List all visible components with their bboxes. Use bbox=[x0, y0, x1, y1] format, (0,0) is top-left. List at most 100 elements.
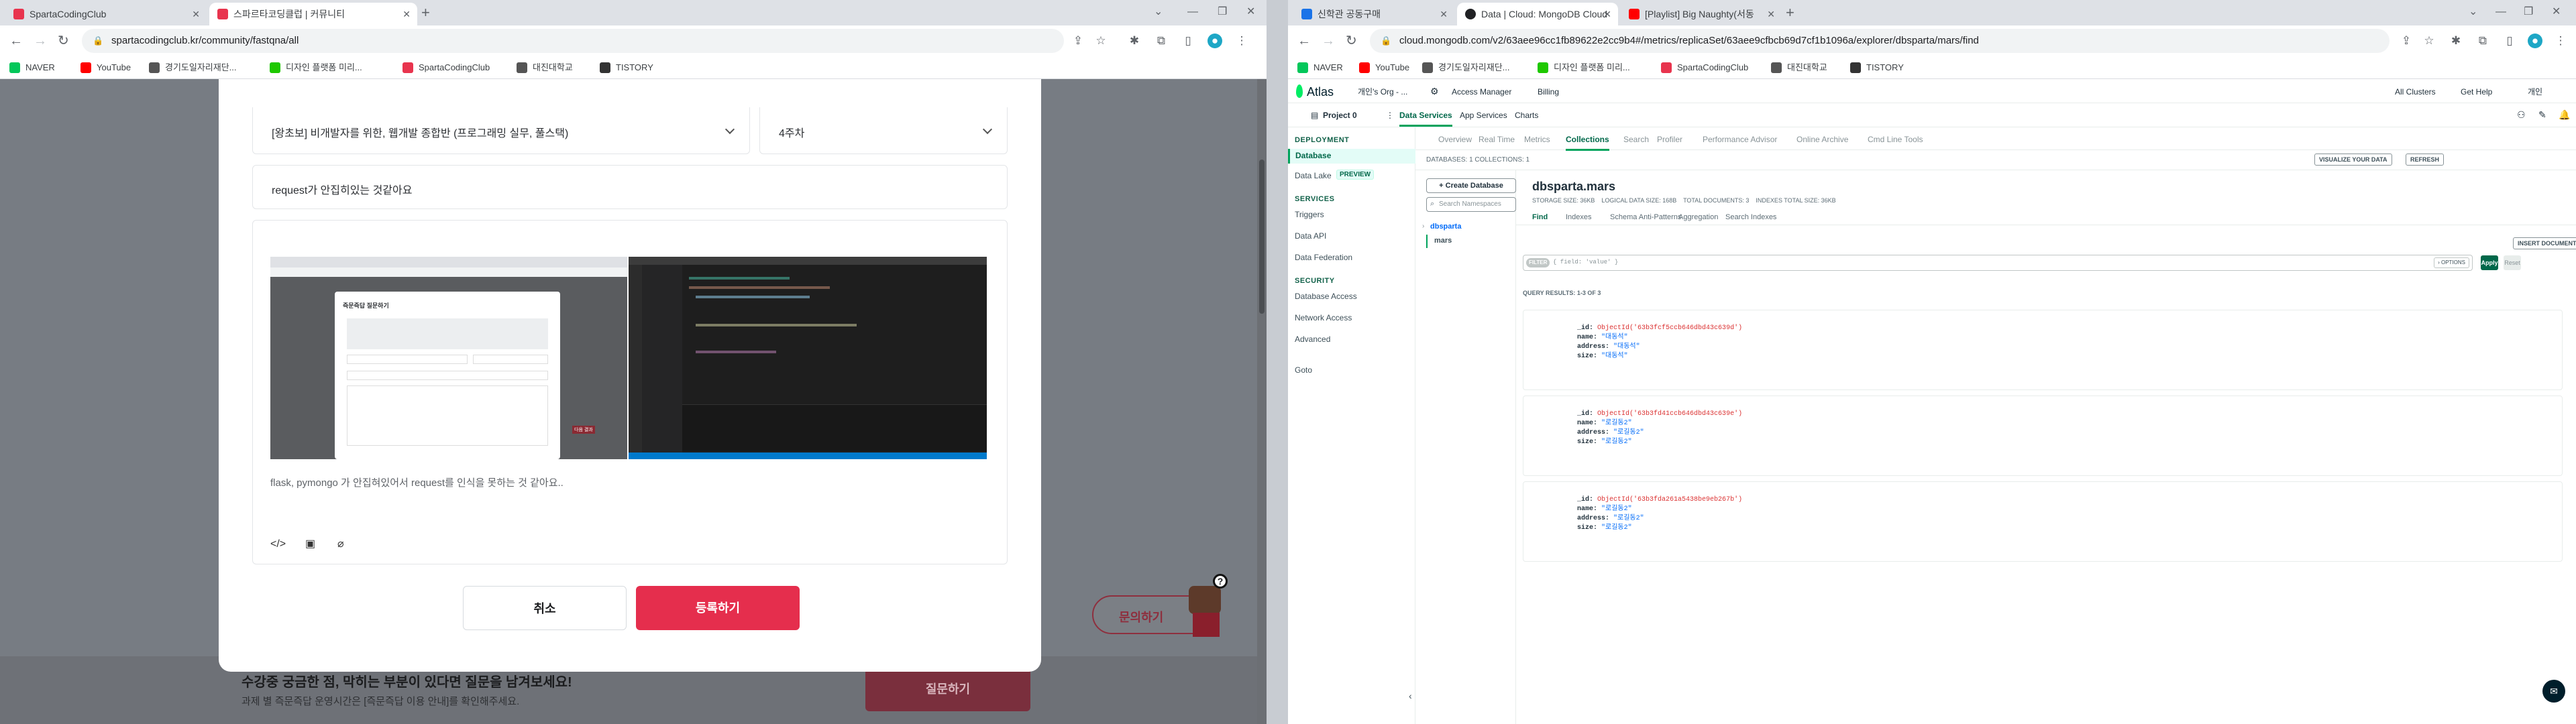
atlas-logo[interactable]: Atlas bbox=[1307, 85, 1334, 99]
extension-icon[interactable]: ✱ bbox=[1127, 34, 1142, 48]
tab-search[interactable]: Search bbox=[1623, 134, 1649, 145]
tab-schema-anti-patterns[interactable]: Schema Anti-Patterns bbox=[1610, 212, 1681, 223]
extension-puzzle-icon[interactable]: ⧉ bbox=[1154, 34, 1169, 48]
maximize-icon[interactable]: ❐ bbox=[1218, 0, 1227, 25]
close-tab-icon[interactable]: ✕ bbox=[1767, 3, 1775, 25]
minimize-icon[interactable]: — bbox=[1187, 0, 1198, 25]
sidepanel-icon[interactable]: ▯ bbox=[2502, 34, 2517, 48]
submit-button[interactable]: 등록하기 bbox=[636, 586, 800, 630]
alerts-bell-icon[interactable]: 🔔 bbox=[2559, 109, 2570, 120]
tab-overview[interactable]: Overview bbox=[1438, 134, 1472, 145]
bookmark-design[interactable]: 디자인 플랫폼 미리... bbox=[270, 60, 362, 75]
attached-screenshot-2[interactable] bbox=[629, 257, 987, 459]
forward-icon[interactable]: → bbox=[34, 34, 47, 48]
access-manager-menu[interactable]: Access Manager bbox=[1452, 86, 1511, 97]
sidebar-item-data-api[interactable]: Data API bbox=[1295, 231, 1326, 241]
sidebar-item-database[interactable]: Database bbox=[1288, 149, 1415, 164]
attached-screenshot-1[interactable]: 즉문즉답 질문하기 다음 결과 bbox=[270, 257, 627, 459]
tab-find[interactable]: Find bbox=[1532, 212, 1548, 223]
activity-feed-icon[interactable]: ✎ bbox=[2538, 109, 2546, 120]
page-scrollbar[interactable] bbox=[1257, 79, 1267, 724]
cancel-button[interactable]: 취소 bbox=[463, 586, 627, 630]
close-tab-icon[interactable]: ✕ bbox=[192, 3, 200, 25]
tab-community[interactable]: 스파르타코딩클럽 | 커뮤니티 ✕ bbox=[209, 3, 417, 25]
back-icon[interactable]: ← bbox=[1297, 34, 1311, 48]
profile-avatar-icon[interactable]: ● bbox=[2528, 34, 2542, 48]
tab-aggregation[interactable]: Aggregation bbox=[1678, 212, 1718, 223]
body-editor[interactable]: 즉문즉답 질문하기 다음 결과 flask, pymongo 가 안집혀있어서 … bbox=[252, 220, 1008, 564]
share-icon[interactable]: ⇪ bbox=[1071, 34, 1085, 48]
collapse-sidebar-icon[interactable]: ‹ bbox=[1409, 690, 1412, 701]
sidepanel-icon[interactable]: ▯ bbox=[1181, 34, 1195, 48]
tab-data-services[interactable]: Data Services bbox=[1399, 110, 1452, 127]
bookmark-sparta[interactable]: SpartaCodingClub bbox=[1661, 60, 1748, 75]
create-database-button[interactable]: + Create Database bbox=[1426, 178, 1516, 193]
bookmark-daejin[interactable]: 대진대학교 bbox=[1771, 60, 1827, 75]
apply-button[interactable]: Apply bbox=[2481, 255, 2498, 270]
get-help-menu[interactable]: Get Help bbox=[2461, 86, 2492, 97]
bookmark-naver[interactable]: NAVER bbox=[1297, 60, 1343, 75]
extension-icon[interactable]: ✱ bbox=[2449, 34, 2463, 48]
tab-charts[interactable]: Charts bbox=[1515, 110, 1538, 121]
chat-help-icon[interactable]: ✉ bbox=[2542, 680, 2565, 703]
visualize-data-button[interactable]: VISUALIZE YOUR DATA bbox=[2314, 154, 2392, 166]
tab-mongodb[interactable]: Data | Cloud: MongoDB Cloud ✕ bbox=[1457, 3, 1618, 25]
close-window-icon[interactable]: ✕ bbox=[1246, 0, 1255, 25]
address-bar[interactable]: 🔒 spartacodingclub.kr/community/fastqna/… bbox=[82, 29, 1064, 53]
new-tab-icon[interactable]: + bbox=[1786, 3, 1794, 23]
tab-search-icon[interactable]: ⌄ bbox=[2469, 0, 2477, 25]
extension-puzzle-icon[interactable]: ⧉ bbox=[2475, 34, 2490, 48]
user-menu[interactable]: 개인 bbox=[2528, 86, 2542, 97]
tab-profiler[interactable]: Profiler bbox=[1657, 134, 1682, 145]
invite-user-icon[interactable]: ⚇ bbox=[2517, 109, 2526, 120]
profile-avatar-icon[interactable]: ● bbox=[1208, 34, 1222, 48]
bookmark-daejin[interactable]: 대진대학교 bbox=[517, 60, 573, 75]
chevron-right-icon[interactable]: › bbox=[1422, 221, 1424, 232]
sidebar-item-data-federation[interactable]: Data Federation bbox=[1295, 252, 1352, 263]
back-icon[interactable]: ← bbox=[9, 34, 23, 48]
tab-indexes[interactable]: Indexes bbox=[1566, 212, 1592, 223]
week-select[interactable]: 4주차 bbox=[759, 107, 1008, 154]
bookmark-tistory[interactable]: TISTORY bbox=[600, 60, 653, 75]
close-window-icon[interactable]: ✕ bbox=[2552, 0, 2561, 25]
options-toggle[interactable]: › OPTIONS bbox=[2434, 257, 2469, 268]
sidebar-item-network-access[interactable]: Network Access bbox=[1295, 312, 1352, 323]
org-settings-gear-icon[interactable]: ⚙ bbox=[1430, 86, 1439, 97]
close-tab-icon[interactable]: ✕ bbox=[1603, 3, 1611, 25]
bookmark-naver[interactable]: NAVER bbox=[9, 60, 55, 75]
sidebar-item-advanced[interactable]: Advanced bbox=[1295, 334, 1330, 345]
tab-metrics[interactable]: Metrics bbox=[1524, 134, 1550, 145]
reload-icon[interactable]: ↻ bbox=[58, 34, 69, 48]
close-tab-icon[interactable]: ✕ bbox=[1440, 3, 1448, 25]
tab-group-buy[interactable]: 신학관 공동구매 ✕ bbox=[1293, 3, 1454, 25]
project-options-icon[interactable]: ⋮ bbox=[1386, 110, 1394, 121]
org-switcher[interactable]: 개인's Org - ... bbox=[1358, 86, 1407, 97]
scrollbar-thumb[interactable] bbox=[1259, 160, 1265, 314]
document-card[interactable]: _id: ObjectId('63b3fcf5ccb646dbd43c639d'… bbox=[1523, 310, 2563, 390]
star-icon[interactable]: ☆ bbox=[2422, 34, 2436, 48]
all-clusters-link[interactable]: All Clusters bbox=[2395, 86, 2436, 97]
new-tab-icon[interactable]: + bbox=[421, 3, 430, 23]
tab-app-services[interactable]: App Services bbox=[1460, 110, 1507, 121]
tab-spartacodingclub[interactable]: SpartaCodingClub ✕ bbox=[5, 3, 207, 25]
billing-link[interactable]: Billing bbox=[1538, 86, 1559, 97]
project-switcher[interactable]: Project 0 bbox=[1323, 110, 1357, 121]
tab-cmd-line-tools[interactable]: Cmd Line Tools bbox=[1868, 134, 1923, 145]
bookmark-sparta[interactable]: SpartaCodingClub bbox=[402, 60, 490, 75]
tab-performance-advisor[interactable]: Performance Advisor bbox=[1703, 134, 1777, 145]
sidebar-item-triggers[interactable]: Triggers bbox=[1295, 209, 1324, 220]
image-icon[interactable]: ▣ bbox=[305, 537, 315, 550]
filter-bar[interactable]: FILTER { field: 'value' } › OPTIONS bbox=[1523, 255, 2473, 271]
menu-kebab-icon[interactable]: ⋮ bbox=[2553, 34, 2568, 48]
maximize-icon[interactable]: ❐ bbox=[2524, 0, 2533, 25]
bookmark-tistory[interactable]: TISTORY bbox=[1850, 60, 1904, 75]
document-card[interactable]: _id: ObjectId('63b3fd41ccb646dbd43c639e'… bbox=[1523, 396, 2563, 476]
tab-search-indexes[interactable]: Search Indexes bbox=[1725, 212, 1776, 223]
code-icon[interactable]: </> bbox=[270, 538, 286, 550]
menu-kebab-icon[interactable]: ⋮ bbox=[1234, 34, 1249, 48]
tab-real-time[interactable]: Real Time bbox=[1479, 134, 1515, 145]
title-input[interactable]: request가 안집히있는 것같아요 bbox=[252, 165, 1008, 209]
document-card[interactable]: _id: ObjectId('63b3fda261a5438be9eb267b'… bbox=[1523, 481, 2563, 562]
bookmark-youtube[interactable]: YouTube bbox=[1359, 60, 1409, 75]
tab-online-archive[interactable]: Online Archive bbox=[1796, 134, 1848, 145]
